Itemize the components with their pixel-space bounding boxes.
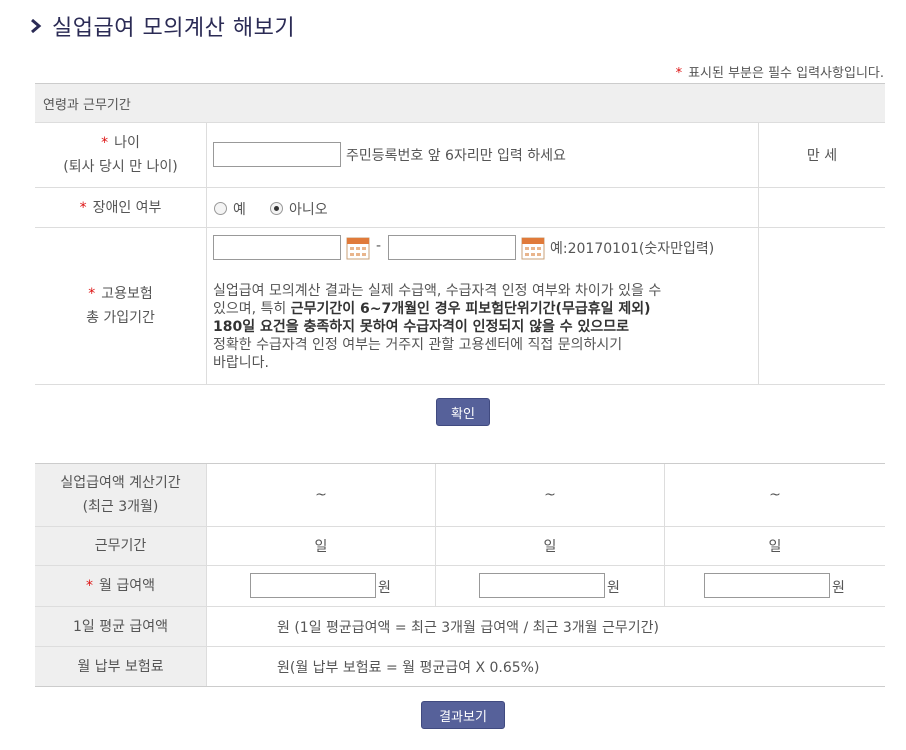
daily-average-formula: 원 (1일 평균급여액 = 최근 3개월 급여액 / 최근 3개월 근무기간) [277, 620, 659, 636]
warning-line-1: 실업급여 모의계산 결과는 실제 수급액, 수급자격 인정 여부와 차이가 있을… [213, 283, 662, 299]
date-example-hint: 예:20170101(숫자만입력) [550, 241, 715, 257]
page-title: 실업급여 모의계산 해보기 [52, 16, 296, 41]
calc-period-label-text: 실업급여액 계산기간 [60, 475, 181, 491]
required-mark: * [86, 578, 93, 594]
result-button[interactable]: 결과보기 [421, 701, 505, 729]
premium-label: 월 납부 보험료 [35, 647, 207, 686]
workdays-label: 근무기간 [35, 527, 207, 565]
pay-input-month-3[interactable] [704, 573, 830, 598]
pay-unit-3: 원 [832, 580, 845, 596]
page-title-bar: 실업급여 모의계산 해보기 [30, 10, 295, 42]
age-label-text: 나이 [114, 135, 140, 151]
disability-label-text: 장애인 여부 [92, 199, 162, 216]
workdays-row: 근무기간 일 일 일 [35, 527, 885, 566]
disability-no-label[interactable]: 아니오 [289, 199, 328, 219]
pay-input-month-1[interactable] [250, 573, 376, 598]
workdays-month-2: 일 [543, 539, 557, 555]
pay-label: * 월 급여액 [35, 566, 207, 606]
warning-line-5: 바랍니다. [213, 355, 269, 371]
disability-yes-radio[interactable] [214, 202, 227, 215]
daily-average-row: 1일 평균 급여액 원 (1일 평균급여액 = 최근 3개월 급여액 / 최근 … [35, 607, 885, 647]
disability-label: * 장애인 여부 [35, 188, 207, 227]
required-mark: * [88, 286, 96, 302]
insurance-empty-cell [758, 228, 885, 384]
section-header: 연령과 근무기간 [35, 83, 885, 123]
chevron-right-icon [31, 19, 42, 33]
date-range-dash: - [376, 238, 382, 254]
disability-no-radio[interactable] [270, 202, 283, 215]
calculation-warning: 실업급여 모의계산 결과는 실제 수급액, 수급자격 인정 여부와 차이가 있을… [213, 282, 758, 372]
insurance-label: * 고용보험 총 가입기간 [35, 228, 207, 384]
period-month-1: ~ [315, 487, 327, 503]
required-mark: * [101, 135, 109, 151]
period-month-2: ~ [544, 487, 556, 503]
premium-formula: 원(월 납부 보험료 = 월 평균급여 X 0.65%) [277, 660, 540, 676]
calendar-icon[interactable] [346, 236, 370, 260]
age-input[interactable] [213, 142, 341, 167]
disability-row: * 장애인 여부 예 아니오 [35, 188, 885, 228]
pay-label-text: 월 급여액 [99, 578, 155, 594]
warning-line-3: 180일 요건을 충족하지 못하여 수급자격이 인정되지 않을 수 있으므로 [213, 319, 629, 335]
calc-period-label: 실업급여액 계산기간 (최근 3개월) [35, 464, 207, 526]
required-note-text: 표시된 부분은 필수 입력사항입니다. [688, 66, 884, 81]
age-hint: 주민등록번호 앞 6자리만 입력 하세요 [346, 148, 566, 164]
pay-unit-1: 원 [378, 580, 391, 596]
required-note: * 표시된 부분은 필수 입력사항입니다. [676, 62, 884, 81]
daily-average-label: 1일 평균 급여액 [35, 607, 207, 646]
age-row: * 나이 (퇴사 당시 만 나이) 주민등록번호 앞 6자리만 입력 하세요 만 … [35, 123, 885, 188]
calc-period-row: 실업급여액 계산기간 (최근 3개월) ~ ~ ~ [35, 464, 885, 527]
disability-yes-label[interactable]: 예 [233, 199, 246, 219]
period-month-3: ~ [769, 487, 781, 503]
age-label-sub: (퇴사 당시 만 나이) [63, 159, 178, 175]
disability-empty-cell [758, 188, 885, 227]
premium-row: 월 납부 보험료 원(월 납부 보험료 = 월 평균급여 X 0.65%) [35, 647, 885, 687]
insurance-label-sub: 총 가입기간 [86, 310, 155, 326]
pay-row: * 월 급여액 원 원 원 [35, 566, 885, 607]
warning-line-2b: 근무기간이 6~7개월인 경우 피보험단위기간(무급휴일 제외) [290, 301, 651, 317]
calendar-icon[interactable] [521, 236, 545, 260]
pay-unit-2: 원 [607, 580, 620, 596]
required-mark: * [79, 199, 87, 216]
insurance-start-date-input[interactable] [213, 235, 341, 260]
calc-period-label-sub: (최근 3개월) [82, 499, 159, 515]
age-label: * 나이 (퇴사 당시 만 나이) [35, 123, 207, 187]
workdays-month-1: 일 [314, 539, 328, 555]
warning-line-4: 정확한 수급자격 인정 여부는 거주지 관할 고용센터에 직접 문의하시기 [213, 337, 623, 353]
required-mark: * [675, 66, 683, 81]
workdays-month-3: 일 [768, 539, 782, 555]
confirm-button[interactable]: 확인 [436, 398, 490, 426]
pay-input-month-2[interactable] [479, 573, 605, 598]
warning-line-2a: 있으며, 특히 [213, 301, 291, 317]
insurance-end-date-input[interactable] [388, 235, 516, 260]
insurance-label-text: 고용보험 [101, 286, 153, 302]
age-unit: 만 세 [758, 123, 885, 187]
